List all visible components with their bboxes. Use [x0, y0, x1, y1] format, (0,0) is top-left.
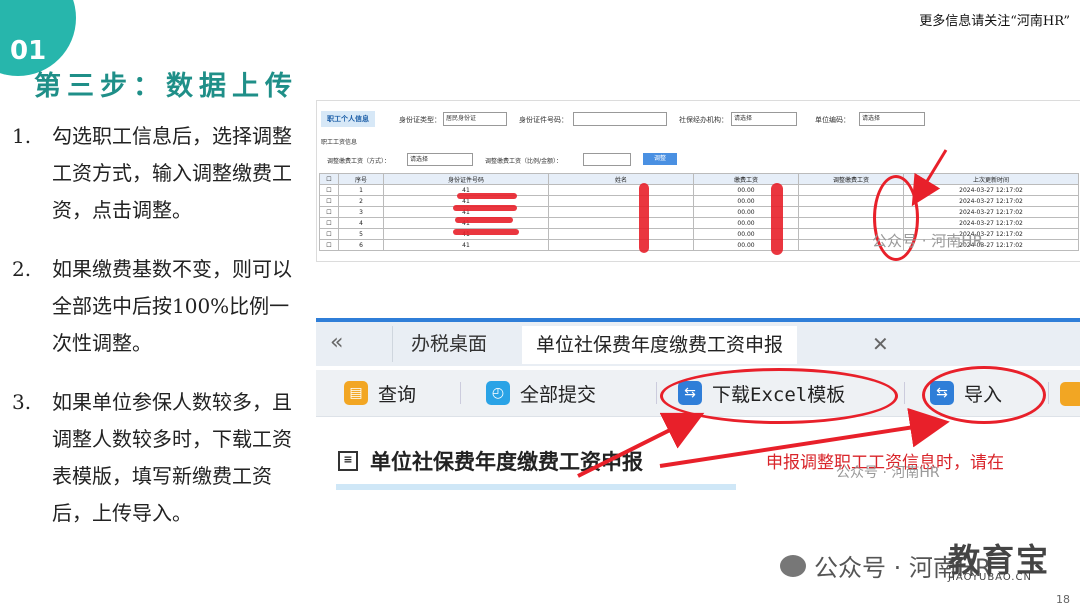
arrow-to-import: [659, 407, 950, 468]
annotation-arrows: [577, 149, 950, 478]
wechat-icon: [780, 554, 806, 577]
arrow-to-download: [577, 412, 705, 478]
brand-url: JIAOYUBAO.CN: [948, 572, 1032, 583]
watermark: 公众号 · 河南HR: [872, 232, 984, 250]
watermark: 公众号 · 河南HR: [836, 465, 940, 481]
arrow-to-adjust-column: [911, 149, 948, 207]
page-number: 18: [1056, 593, 1070, 606]
